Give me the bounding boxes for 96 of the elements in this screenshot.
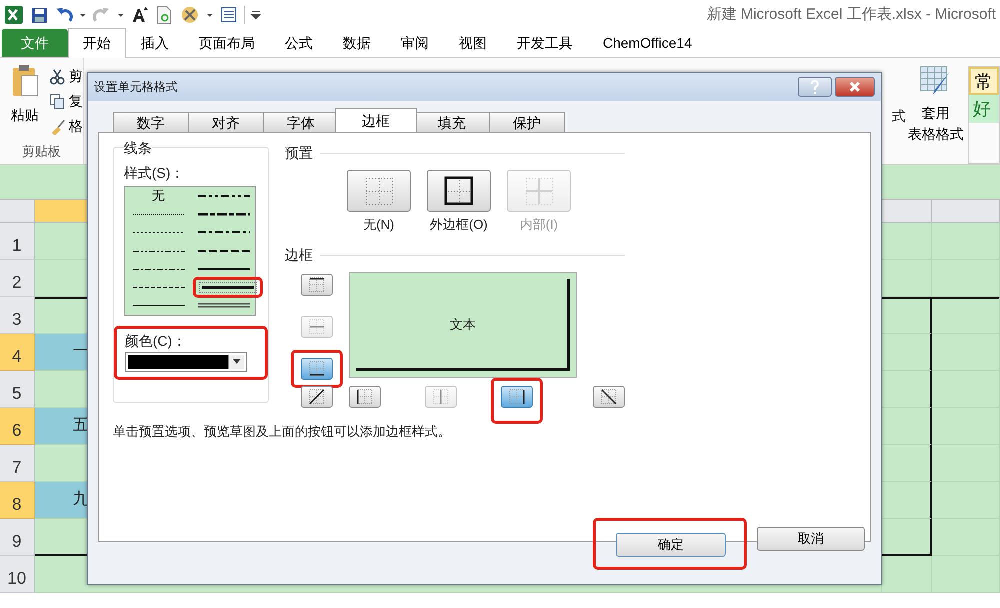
save-icon[interactable] — [30, 6, 49, 24]
preset-button[interactable] — [427, 170, 491, 212]
undo-icon[interactable] — [55, 6, 73, 24]
ribbon-tab[interactable]: 文件 — [2, 29, 68, 57]
row-header[interactable]: 1 — [0, 223, 35, 260]
border-bottom-icon — [308, 360, 326, 376]
border-diag-up-icon — [308, 388, 326, 404]
document-icon[interactable] — [155, 6, 174, 24]
border-top-icon — [308, 276, 326, 292]
brush-icon — [50, 118, 66, 134]
border-button[interactable] — [501, 386, 533, 408]
grid-cell[interactable] — [882, 445, 932, 482]
close-icon — [849, 81, 861, 93]
help-button[interactable] — [798, 77, 832, 97]
row-header[interactable]: 4 — [0, 334, 35, 371]
line-style-option[interactable]: 无 — [130, 185, 186, 207]
preview-text: 文本 — [450, 316, 476, 334]
grid-cell[interactable] — [882, 371, 932, 408]
dialog-tab[interactable]: 保护 — [489, 112, 565, 132]
field-label: 颜色(C)： — [125, 332, 188, 352]
border-button[interactable] — [301, 386, 333, 408]
dialog-tab[interactable]: 填充 — [414, 112, 490, 132]
clipboard-button[interactable]: 剪 — [50, 66, 83, 87]
hint-text: 单击预置选项、预览草图及上面的按钮可以添加边框样式。 — [113, 423, 452, 441]
preset-label: 外边框(O) — [430, 216, 488, 234]
paste-button[interactable]: 粘贴 — [0, 58, 50, 137]
form-icon[interactable] — [220, 6, 238, 24]
border-preview[interactable]: 文本 — [349, 272, 577, 378]
cell-text: 五 — [72, 416, 89, 436]
line-style-option[interactable] — [198, 282, 256, 294]
ribbon-tab[interactable]: 视图 — [444, 29, 502, 57]
caret-icon[interactable] — [206, 11, 214, 19]
row-header[interactable]: 9 — [0, 519, 35, 556]
dialog-tab[interactable]: 边框 — [335, 108, 417, 132]
row-header[interactable]: 6 — [0, 408, 35, 445]
row-header[interactable]: 2 — [0, 260, 35, 297]
line-sample-icon — [196, 301, 252, 310]
preset-label: 内部(I) — [520, 216, 558, 234]
close-button[interactable] — [835, 77, 875, 97]
font-size-icon[interactable] — [131, 6, 149, 24]
grid-cell[interactable] — [882, 519, 932, 556]
grid-cell[interactable] — [882, 408, 932, 445]
group-label: 剪贴板 — [21, 142, 62, 160]
ribbon-tab[interactable]: 审阅 — [386, 29, 444, 57]
border-middle-h-icon — [308, 318, 326, 334]
cell-style-swatch[interactable]: 常 — [969, 67, 999, 95]
ribbon-tab[interactable]: 开发工具 — [502, 29, 588, 57]
cell-style-swatch[interactable]: 好 — [969, 95, 999, 123]
row-header[interactable]: 3 — [0, 297, 35, 334]
color-dropdown[interactable] — [125, 352, 247, 372]
clipboard-button[interactable]: 格 — [50, 116, 83, 137]
row-header[interactable]: 10 — [0, 556, 35, 593]
cancel-button[interactable]: 取消 — [757, 527, 865, 551]
copy-icon — [50, 94, 66, 110]
section-label: 边框 — [285, 246, 313, 264]
grid-cell[interactable] — [882, 482, 932, 519]
ribbon-tab[interactable]: 开始 — [68, 28, 126, 58]
ribbon-tab[interactable]: 数据 — [328, 29, 386, 57]
dialog-tab[interactable]: 数字 — [113, 112, 189, 132]
caret-icon[interactable] — [79, 11, 87, 19]
border-button[interactable] — [301, 274, 333, 296]
window-title: 新建 Microsoft Excel 工作表.xlsx - Microsoft — [706, 4, 996, 25]
dialog-title: 设置单元格格式 — [94, 79, 178, 96]
caret-icon — [232, 359, 240, 366]
help-icon — [810, 80, 820, 94]
row-header[interactable]: 7 — [0, 445, 35, 482]
ribbon-tab[interactable]: 页面布局 — [184, 29, 270, 57]
ribbon-tab[interactable]: 公式 — [270, 29, 328, 57]
customize-icon[interactable] — [251, 9, 261, 21]
border-diag-down-icon — [600, 388, 618, 404]
border-button[interactable] — [349, 386, 381, 408]
border-right-icon — [508, 388, 526, 404]
tools-icon[interactable] — [180, 5, 200, 25]
ribbon-tab[interactable]: ChemOffice14 — [588, 29, 708, 57]
excel-logo-icon[interactable] — [4, 5, 24, 25]
section-label: 预置 — [285, 144, 313, 163]
grid-cell[interactable] — [882, 297, 932, 334]
row-header[interactable]: 8 — [0, 482, 35, 519]
caret-icon[interactable] — [117, 11, 125, 19]
field-label: 样式(S)： — [124, 164, 186, 183]
preset-label: 无(N) — [363, 216, 395, 234]
ok-button[interactable]: 确定 — [616, 533, 726, 557]
grid-cell[interactable] — [932, 297, 1000, 334]
border-left-icon — [356, 388, 374, 404]
dialog-tab[interactable]: 对齐 — [188, 112, 264, 132]
clipboard-button[interactable]: 复 — [50, 91, 83, 112]
ribbon-tab[interactable]: 插入 — [126, 29, 184, 57]
border-button[interactable] — [301, 358, 333, 380]
border-middle-v-icon — [432, 388, 450, 404]
table-icon — [920, 66, 952, 96]
format-table-button[interactable]: 套用 表格格式 — [908, 66, 964, 164]
row-header[interactable]: 5 — [0, 371, 35, 408]
ribbon-label: 式 — [892, 107, 906, 124]
grid-cell[interactable] — [882, 334, 932, 371]
scissors-icon — [50, 68, 66, 84]
border-button[interactable] — [593, 386, 625, 408]
